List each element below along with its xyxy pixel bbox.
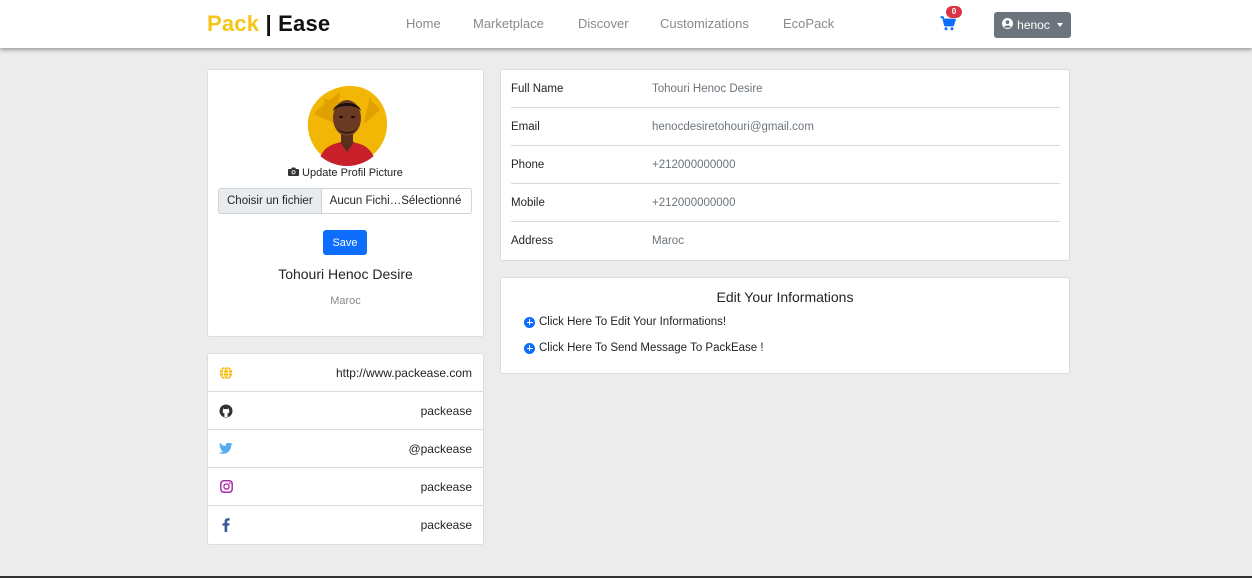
profile-name: Tohouri Henoc Desire xyxy=(278,266,413,282)
file-name-text: Aucun Fichi…Sélectionné xyxy=(329,195,462,207)
plus-circle-icon xyxy=(524,316,535,328)
info-row-email: Email henocdesiretohouri@gmail.com xyxy=(511,108,1060,146)
github-value[interactable]: packease xyxy=(421,404,472,418)
send-message-link-text[interactable]: Click Here To Send Message To PackEase ! xyxy=(539,342,764,354)
profile-card: Update Profil Picture Choisir un fichier… xyxy=(207,69,484,337)
save-button[interactable]: Save xyxy=(323,230,367,255)
nav-link-marketplace[interactable]: Marketplace xyxy=(473,16,544,31)
plus-circle-icon xyxy=(524,342,535,354)
brand-part-ease: Ease xyxy=(278,11,331,36)
nav-link-home[interactable]: Home xyxy=(406,16,441,31)
choose-file-button[interactable]: Choisir un fichier xyxy=(219,189,322,213)
facebook-icon xyxy=(219,518,233,532)
cart-count-badge: 0 xyxy=(946,6,962,18)
cart-icon[interactable] xyxy=(940,16,958,32)
brand-separator: | xyxy=(265,11,272,36)
github-icon xyxy=(219,404,233,418)
website-value[interactable]: http://www.packease.com xyxy=(336,366,472,380)
info-label: Email xyxy=(511,120,540,133)
info-row-phone: Phone +212000000000 xyxy=(511,146,1060,184)
info-value: +212000000000 xyxy=(652,196,736,209)
brand-part-pack: Pack xyxy=(207,11,260,36)
social-row-twitter[interactable]: @packease xyxy=(208,430,483,468)
edit-info-card: Edit Your Informations Click Here To Edi… xyxy=(500,277,1070,374)
social-row-instagram[interactable]: packease xyxy=(208,468,483,506)
navbar: Pack | Ease Home Marketplace Discover Cu… xyxy=(0,0,1252,48)
send-message-link[interactable]: Click Here To Send Message To PackEase ! xyxy=(524,342,764,354)
info-label: Mobile xyxy=(511,196,545,209)
edit-info-link-text[interactable]: Click Here To Edit Your Informations! xyxy=(539,316,726,328)
info-label: Address xyxy=(511,235,554,247)
brand-logo[interactable]: Pack | Ease xyxy=(207,11,330,37)
info-value: Tohouri Henoc Desire xyxy=(652,82,763,95)
instagram-value[interactable]: packease xyxy=(421,480,472,494)
camera-icon xyxy=(288,167,300,179)
twitter-value[interactable]: @packease xyxy=(408,442,472,456)
user-menu-label: henoc xyxy=(1017,18,1050,32)
edit-info-link[interactable]: Click Here To Edit Your Informations! xyxy=(524,316,726,328)
user-menu-button[interactable]: henoc xyxy=(994,12,1071,38)
social-links-card: http://www.packease.com packease @packea… xyxy=(207,353,484,545)
social-row-facebook[interactable]: packease xyxy=(208,506,483,544)
user-circle-icon xyxy=(1002,18,1014,32)
twitter-icon xyxy=(219,442,233,456)
profile-avatar xyxy=(306,84,388,166)
edit-card-title: Edit Your Informations xyxy=(716,289,854,305)
instagram-icon xyxy=(219,480,233,494)
profile-location: Maroc xyxy=(330,295,361,307)
user-info-card: Full Name Tohouri Henoc Desire Email hen… xyxy=(500,69,1070,261)
info-label: Phone xyxy=(511,158,545,171)
info-row-mobile: Mobile +212000000000 xyxy=(511,184,1060,222)
update-picture-text: Update Profil Picture xyxy=(302,167,403,179)
info-value: +212000000000 xyxy=(652,158,736,171)
info-row-address: Address Maroc xyxy=(511,222,1060,260)
info-row-full-name: Full Name Tohouri Henoc Desire xyxy=(511,70,1060,108)
caret-down-icon xyxy=(1056,23,1063,27)
nav-link-ecopack[interactable]: EcoPack xyxy=(783,16,834,31)
update-picture-label: Update Profil Picture xyxy=(208,167,483,179)
social-row-website[interactable]: http://www.packease.com xyxy=(208,354,483,392)
globe-icon xyxy=(219,365,233,380)
file-input[interactable]: Choisir un fichier Aucun Fichi…Sélection… xyxy=(218,188,472,214)
nav-link-discover[interactable]: Discover xyxy=(578,16,629,31)
info-value: henocdesiretohouri@gmail.com xyxy=(652,120,814,133)
info-value: Maroc xyxy=(652,235,684,247)
info-label: Full Name xyxy=(511,82,564,95)
social-row-github[interactable]: packease xyxy=(208,392,483,430)
facebook-value[interactable]: packease xyxy=(421,518,472,532)
nav-link-customizations[interactable]: Customizations xyxy=(660,16,749,31)
